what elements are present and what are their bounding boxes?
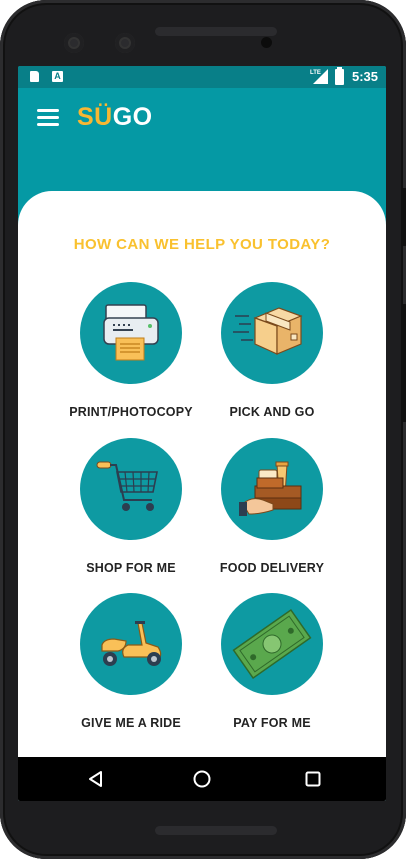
app-logo: SÜGO [77,103,153,132]
service-food-delivery[interactable]: FOOD DELIVERY [197,438,347,575]
service-label: PAY FOR ME [233,716,311,730]
status-time: 5:35 [351,69,378,84]
sim-icon [30,71,39,82]
front-sensor [115,33,135,53]
package-icon [233,307,303,355]
logo-su: SÜ [77,103,113,131]
recent-apps-icon[interactable] [303,769,323,789]
service-circle [80,438,182,540]
screen: A LTE 5:35 SÜGO HOW CAN WE HELP YOU TODA… [18,66,386,801]
bottom-speaker [155,826,277,835]
app-bar: SÜGO [18,88,386,146]
power-button [402,304,406,422]
scooter-icon [101,621,162,666]
hamburger-menu-icon[interactable] [37,109,59,127]
printer-icon [103,304,159,361]
back-icon[interactable] [86,769,106,789]
a-icon: A [52,71,63,82]
service-give-me-a-ride[interactable]: GIVE ME A RIDE [56,593,206,730]
service-label: SHOP FOR ME [86,561,176,575]
lte-signal-icon: LTE [310,69,328,84]
proximity-sensor [261,37,272,48]
phone-frame: A LTE 5:35 SÜGO HOW CAN WE HELP YOU TODA… [0,0,406,859]
service-pick-and-go[interactable]: PICK AND GO [197,282,347,419]
service-label: GIVE ME A RIDE [81,716,181,730]
front-camera [64,33,84,53]
page-headline: HOW CAN WE HELP YOU TODAY? [73,236,331,253]
money-icon [232,608,312,680]
status-bar: A LTE 5:35 [18,66,386,88]
service-shop-for-me[interactable]: SHOP FOR ME [56,438,206,575]
services-card: HOW CAN WE HELP YOU TODAY? PRINT/PHOTOCO… [18,191,386,801]
service-circle [80,282,182,384]
service-label: FOOD DELIVERY [219,561,325,575]
earpiece-speaker [155,27,277,36]
service-label: PRINT/PHOTOCOPY [69,405,193,419]
service-circle [221,438,323,540]
home-icon[interactable] [192,769,212,789]
service-circle [221,282,323,384]
service-circle [221,593,323,695]
logo-go: GO [112,103,153,131]
svg-text:LTE: LTE [310,70,321,76]
service-pay-for-me[interactable]: PAY FOR ME [197,593,347,730]
service-label: PICK AND GO [229,405,315,419]
service-print-photocopy[interactable]: PRINT/PHOTOCOPY [56,282,206,419]
battery-charging-icon [335,67,344,85]
shopping-cart-icon [96,461,158,511]
volume-button [402,188,406,246]
service-circle [80,593,182,695]
food-delivery-icon [239,461,302,516]
system-nav-bar [18,757,386,801]
